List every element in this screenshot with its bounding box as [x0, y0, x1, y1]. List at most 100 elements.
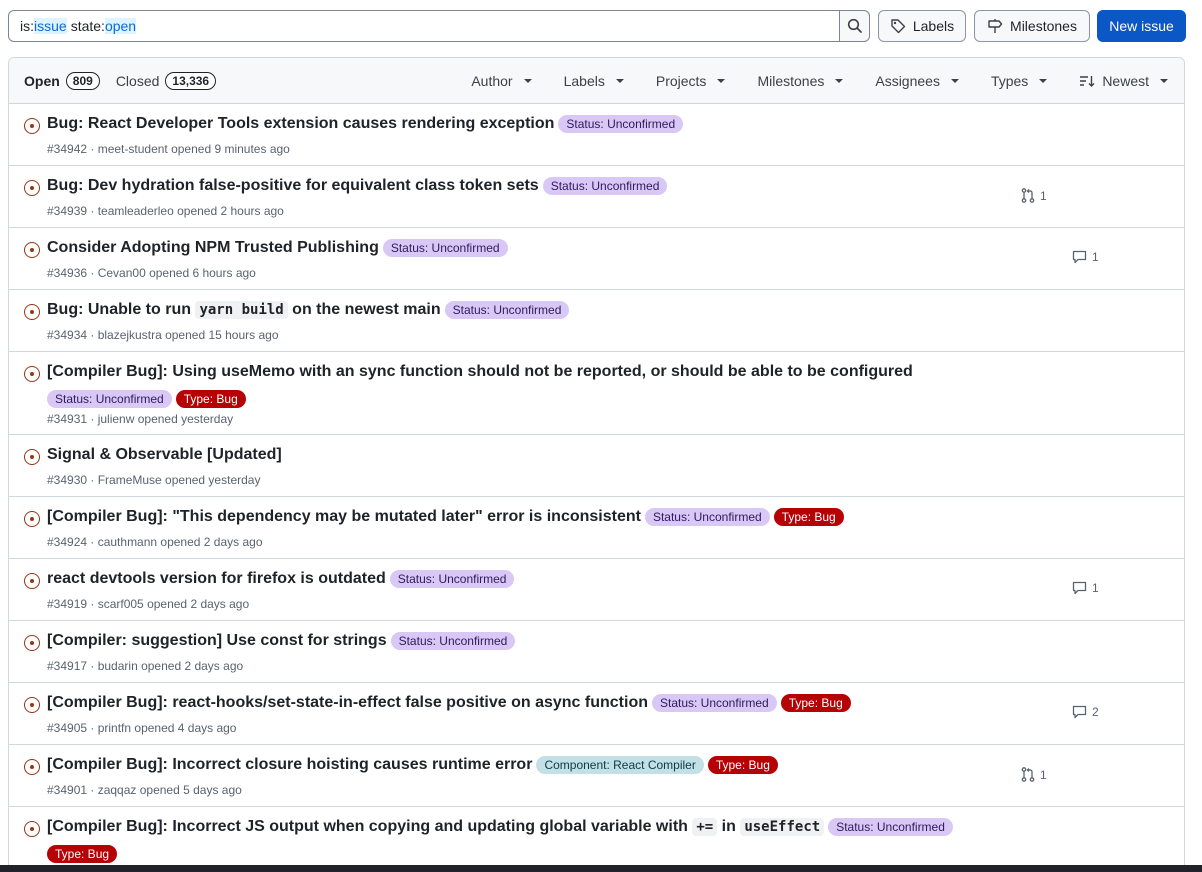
comments-indicator[interactable]: 1 [1072, 250, 1099, 264]
issue-meta: #34901 · zaqqaz opened 5 days ago [47, 783, 242, 797]
status-label[interactable]: Status: Unconfirmed [382, 239, 508, 257]
linked-pr-count: 1 [1040, 767, 1047, 782]
filter-labels[interactable]: Labels [548, 73, 640, 89]
tab-closed[interactable]: Closed 13,336 [115, 71, 217, 90]
new-issue-button[interactable]: New issue [1097, 10, 1186, 42]
linked-pr-indicator[interactable]: 1 [1021, 188, 1047, 203]
open-issue-icon [24, 118, 40, 134]
issue-title-link[interactable]: [Compiler: suggestion] Use const for str… [47, 632, 387, 650]
filter-author[interactable]: Author [455, 73, 547, 89]
open-issue-icon [24, 573, 40, 589]
issue-meta: #34924 · cauthmann opened 2 days ago [47, 535, 263, 549]
linked-pr-indicator[interactable]: 1 [1021, 767, 1047, 782]
issue-title-link[interactable]: [Compiler Bug]: Incorrect JS output when… [47, 818, 825, 836]
issue-meta: #34931 · julienw opened yesterday [47, 412, 234, 426]
search-input[interactable]: is: issue state: open [8, 10, 840, 42]
issue-title-link[interactable]: Bug: Unable to run yarn build on the new… [47, 301, 441, 319]
chevron-down-icon [835, 78, 844, 83]
issue-row: [Compiler Bug]: Using useMemo with an sy… [9, 352, 1184, 435]
new-issue-button-label: New issue [1109, 18, 1174, 34]
issue-row: Consider Adopting NPM Trusted Publishing… [9, 228, 1184, 290]
linked-pr-count: 1 [1040, 188, 1047, 203]
filter-milestones[interactable]: Milestones [741, 73, 859, 89]
filter-types[interactable]: Types [975, 73, 1063, 89]
comment-count: 2 [1092, 705, 1099, 719]
comments-indicator[interactable]: 1 [1072, 581, 1099, 595]
status-label[interactable]: Status: Unconfirmed [558, 115, 684, 133]
comments-indicator[interactable]: 2 [1072, 705, 1099, 719]
sort-newest-label: Newest [1102, 72, 1149, 89]
status-label[interactable]: Status: Unconfirmed [828, 818, 953, 836]
component-label[interactable]: Component: React Compiler [536, 756, 704, 774]
issue-title-link[interactable]: Bug: Dev hydration false-positive for eq… [47, 177, 539, 195]
status-label[interactable]: Status: Unconfirmed [444, 301, 570, 319]
type-bug-label[interactable]: Type: Bug [707, 756, 778, 774]
filter-projects[interactable]: Projects [640, 73, 742, 89]
issue-title-link[interactable]: Signal & Observable [Updated] [47, 446, 282, 464]
issue-row: [Compiler Bug]: "This dependency may be … [9, 497, 1184, 559]
filter-projects-label: Projects [655, 72, 707, 89]
status-label[interactable]: Status: Unconfirmed [651, 694, 777, 712]
issue-title-link[interactable]: [Compiler Bug]: "This dependency may be … [47, 508, 641, 526]
labels-button[interactable]: Labels [878, 10, 966, 42]
sort-icon [1080, 75, 1095, 87]
filter-assignees[interactable]: Assignees [859, 73, 975, 89]
open-issue-icon [24, 635, 40, 651]
tag-icon [891, 19, 906, 34]
status-label[interactable]: Status: Unconfirmed [644, 508, 770, 526]
chevron-down-icon [1039, 78, 1048, 83]
search-button[interactable] [840, 10, 870, 42]
labels-button-label: Labels [912, 18, 955, 34]
type-bug-label[interactable]: Type: Bug [780, 694, 851, 712]
top-toolbar: is: issue state: open Labels Milestones Ne… [8, 10, 1186, 42]
status-label[interactable]: Status: Unconfirmed [542, 177, 668, 195]
issue-meta: #34934 · blazejkustra opened 15 hours ag… [47, 328, 279, 342]
issue-meta: #34917 · budarin opened 2 days ago [47, 659, 244, 673]
status-label[interactable]: Status: Unconfirmed [47, 390, 172, 408]
comment-icon [1072, 705, 1087, 719]
issue-title-link[interactable]: [Compiler Bug]: react-hooks/set-state-in… [47, 694, 648, 712]
sort-newest[interactable]: Newest [1063, 73, 1184, 89]
issue-row: Bug: Unable to run yarn build on the new… [9, 290, 1184, 352]
search-icon [847, 18, 862, 33]
tab-closed-label: Closed [115, 72, 160, 89]
issue-list: Open 809 Closed 13,336 Author Labels Pro… [8, 57, 1185, 872]
search-query-key: is: [20, 18, 34, 34]
issue-row: [Compiler: suggestion] Use const for str… [9, 621, 1184, 683]
type-bug-label[interactable]: Type: Bug [47, 845, 118, 863]
open-issue-icon [24, 511, 40, 527]
issue-meta: #34936 · Cevan00 opened 6 hours ago [47, 266, 256, 280]
filter-assignees-label: Assignees [875, 72, 940, 89]
status-label[interactable]: Status: Unconfirmed [389, 570, 515, 588]
filter-author-label: Author [471, 72, 513, 89]
issue-title-link[interactable]: Consider Adopting NPM Trusted Publishing [47, 239, 379, 257]
status-label[interactable]: Status: Unconfirmed [390, 632, 516, 650]
issue-title-link[interactable]: react devtools version for firefox is ou… [47, 570, 386, 588]
filter-types-label: Types [990, 72, 1029, 89]
tab-open[interactable]: Open 809 [24, 71, 100, 90]
milestone-icon [988, 19, 1003, 33]
window-bottom-edge [0, 865, 1202, 872]
chevron-down-icon [1160, 78, 1168, 83]
issue-meta: #34939 · teamleaderleo opened 2 hours ag… [47, 204, 284, 218]
comment-icon [1072, 581, 1087, 595]
issue-meta: #34905 · printfn opened 4 days ago [47, 721, 237, 735]
issue-meta: #34942 · meet-student opened 9 minutes a… [47, 142, 290, 156]
type-bug-label[interactable]: Type: Bug [773, 508, 844, 526]
issue-row: [Compiler Bug]: Incorrect JS output when… [9, 807, 1184, 872]
pull-request-icon [1021, 188, 1035, 203]
chevron-down-icon [950, 78, 959, 83]
issue-title-link[interactable]: [Compiler Bug]: Incorrect closure hoisti… [47, 756, 532, 774]
type-bug-label[interactable]: Type: Bug [175, 390, 246, 408]
search-query-value: open [104, 18, 137, 34]
milestones-button[interactable]: Milestones [974, 10, 1090, 42]
open-issue-icon [24, 697, 40, 713]
open-issue-icon [24, 759, 40, 775]
issue-title-link[interactable]: [Compiler Bug]: Using useMemo with an sy… [47, 363, 913, 381]
chevron-down-icon [523, 78, 532, 83]
issue-row: react devtools version for firefox is ou… [9, 559, 1184, 621]
open-issue-icon [24, 366, 40, 382]
search-query-key: state: [70, 18, 105, 34]
issue-title-link[interactable]: Bug: React Developer Tools extension cau… [47, 115, 554, 133]
milestones-button-label: Milestones [1010, 18, 1077, 34]
